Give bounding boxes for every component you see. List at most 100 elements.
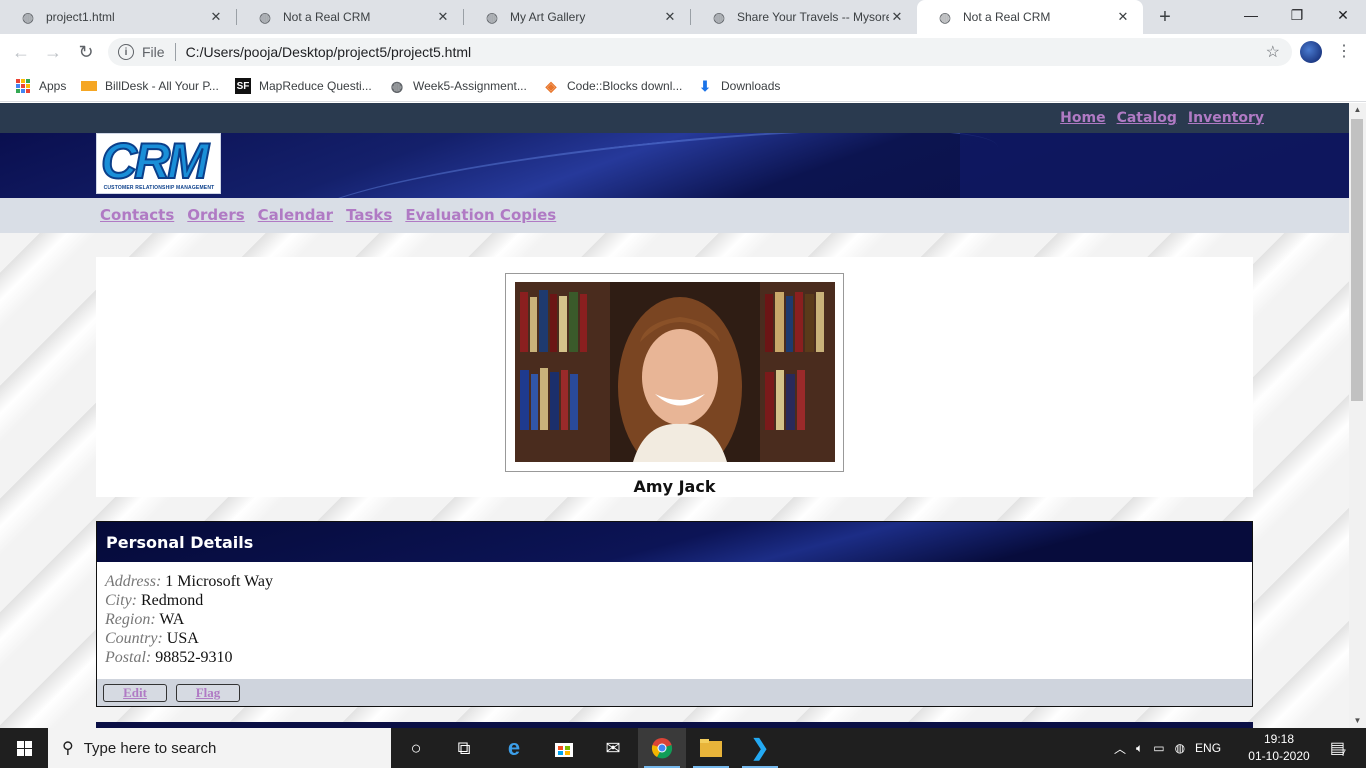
globe-icon: ◍: [390, 77, 404, 94]
minimize-button[interactable]: —: [1228, 0, 1274, 30]
forward-button[interactable]: →: [41, 40, 65, 64]
bookmark-label: BillDesk - All Your P...: [105, 79, 219, 93]
field-label: Address:: [105, 573, 162, 590]
tab-title: Not a Real CRM: [963, 10, 1051, 24]
cortana-icon[interactable]: ○: [392, 728, 440, 768]
mail-icon[interactable]: ✉: [589, 728, 637, 768]
start-button[interactable]: [0, 728, 48, 768]
tab-title: Share Your Travels -- Mysore -: [737, 10, 889, 24]
address-bar[interactable]: i File C:/Users/pooja/Desktop/project5/p…: [108, 38, 1292, 66]
logo-subtitle: CUSTOMER RELATIONSHIP MANAGEMENT: [103, 185, 215, 191]
clock-time: 19:18: [1263, 732, 1295, 746]
network-icon[interactable]: ◍: [1175, 741, 1185, 755]
scroll-thumb[interactable]: [1351, 119, 1363, 401]
field-value: USA: [166, 630, 199, 647]
logo-text: CRM: [100, 132, 210, 190]
tab-crm-1[interactable]: ◍ Not a Real CRM ✕: [237, 0, 463, 34]
chevron-up-icon[interactable]: ︿: [1114, 740, 1126, 757]
nav-evaluation-copies[interactable]: Evaluation Copies: [405, 206, 556, 224]
bookmark-label: Code::Blocks downl...: [567, 79, 683, 93]
close-icon[interactable]: ✕: [662, 9, 678, 25]
nav-tasks[interactable]: Tasks: [346, 206, 392, 224]
speaker-icon[interactable]: 🔈︎: [1136, 741, 1143, 756]
nav-calendar[interactable]: Calendar: [258, 206, 333, 224]
main-nav: Contacts Orders Calendar Tasks Evaluatio…: [0, 198, 1349, 233]
close-icon[interactable]: ✕: [1115, 9, 1131, 25]
close-window-button[interactable]: ✕: [1320, 0, 1366, 30]
restore-button[interactable]: ❐: [1274, 0, 1320, 30]
info-icon[interactable]: i: [118, 44, 134, 60]
scroll-up-icon[interactable]: ▲: [1349, 103, 1366, 117]
battery-icon[interactable]: ▭: [1153, 741, 1164, 755]
codeblocks-icon: ◈: [545, 77, 557, 94]
profile-avatar[interactable]: [1300, 41, 1322, 63]
taskbar-search[interactable]: ⚲ Type here to search: [48, 728, 391, 768]
plus-icon: +: [1159, 5, 1171, 28]
nav-contacts[interactable]: Contacts: [100, 206, 174, 224]
menu-dots-icon[interactable]: ⋮: [1336, 42, 1352, 62]
catalog-link[interactable]: Catalog: [1117, 110, 1177, 126]
crm-logo[interactable]: CRM CUSTOMER RELATIONSHIP MANAGEMENT: [96, 132, 221, 194]
reload-icon: ↻: [78, 41, 94, 62]
field-label: Region:: [105, 611, 156, 628]
apps-grid-icon: [15, 78, 31, 94]
close-icon[interactable]: ✕: [435, 9, 451, 25]
contact-name: Amy Jack: [633, 477, 716, 496]
close-icon: ✕: [1337, 6, 1349, 23]
bookmark-week5[interactable]: ◍ Week5-Assignment...: [389, 76, 527, 96]
edit-button[interactable]: Edit: [103, 684, 167, 702]
file-explorer-icon[interactable]: [687, 728, 735, 768]
banner-decoration: [960, 133, 1349, 198]
tab-crm-active[interactable]: ◍ Not a Real CRM ✕: [917, 0, 1143, 34]
close-icon[interactable]: ✕: [889, 9, 905, 25]
back-button[interactable]: ←: [9, 40, 33, 64]
globe-icon: ◍: [938, 8, 952, 25]
vscode-icon[interactable]: ❯: [736, 728, 784, 768]
store-icon[interactable]: [540, 728, 588, 768]
reload-button[interactable]: ↻: [74, 40, 98, 64]
star-icon[interactable]: ☆: [1266, 42, 1280, 62]
bookmark-downloads[interactable]: ⬇ Downloads: [697, 76, 780, 96]
notification-count: 7: [1341, 748, 1347, 758]
field-label: Postal:: [105, 649, 152, 666]
top-links: Home Catalog Inventory: [1060, 110, 1264, 126]
home-link[interactable]: Home: [1060, 110, 1105, 126]
edge-icon[interactable]: e: [490, 728, 538, 768]
tab-art-gallery[interactable]: ◍ My Art Gallery ✕: [464, 0, 690, 34]
tab-project1[interactable]: ◍ project1.html ✕: [0, 0, 236, 34]
url-text[interactable]: C:/Users/pooja/Desktop/project5/project5…: [186, 44, 1266, 60]
divider: [174, 43, 176, 61]
browser-toolbar: ← → ↻ i File C:/Users/pooja/Desktop/proj…: [0, 34, 1366, 70]
new-tab-button[interactable]: +: [1153, 5, 1177, 29]
contact-card: Amy Jack: [96, 257, 1253, 497]
bookmark-codeblocks[interactable]: ◈ Code::Blocks downl...: [543, 76, 683, 96]
close-icon[interactable]: ✕: [208, 9, 224, 25]
bookmark-billdesk[interactable]: BillDesk - All Your P...: [81, 76, 219, 96]
region-row: Region: WA: [105, 610, 273, 629]
inventory-link[interactable]: Inventory: [1188, 110, 1264, 126]
photo-frame: [505, 273, 844, 472]
search-placeholder: Type here to search: [83, 739, 217, 757]
tab-strip: ◍ project1.html ✕ ◍ Not a Real CRM ✕ ◍ M…: [0, 0, 1366, 34]
notification-center-button[interactable]: ▤ 7: [1322, 728, 1354, 768]
flag-button[interactable]: Flag: [176, 684, 240, 702]
top-bar: Home Catalog Inventory: [0, 103, 1349, 133]
nav-orders[interactable]: Orders: [187, 206, 244, 224]
page-scrollbar[interactable]: ▲ ▼: [1349, 103, 1366, 728]
url-scheme: File: [142, 44, 165, 60]
panel-header: Personal Details: [97, 522, 1252, 562]
personal-details-panel: Personal Details Address: 1 Microsoft Wa…: [96, 521, 1253, 707]
globe-icon: ◍: [485, 8, 499, 25]
bookmark-mapreduce[interactable]: SF MapReduce Questi...: [235, 76, 372, 96]
clock[interactable]: 19:18 01-10-2020: [1244, 731, 1314, 765]
task-view-icon[interactable]: ⧉: [440, 728, 488, 768]
bookmark-label: MapReduce Questi...: [259, 79, 372, 93]
arrow-left-icon: ←: [12, 41, 30, 62]
chrome-icon[interactable]: [638, 728, 686, 768]
tab-travels[interactable]: ◍ Share Your Travels -- Mysore - ✕: [691, 0, 917, 34]
scroll-down-icon[interactable]: ▼: [1349, 714, 1366, 728]
bookmark-apps[interactable]: Apps: [15, 76, 66, 96]
tab-title: My Art Gallery: [510, 10, 586, 24]
city-row: City: Redmond: [105, 591, 273, 610]
language-indicator[interactable]: ENG: [1195, 741, 1221, 755]
